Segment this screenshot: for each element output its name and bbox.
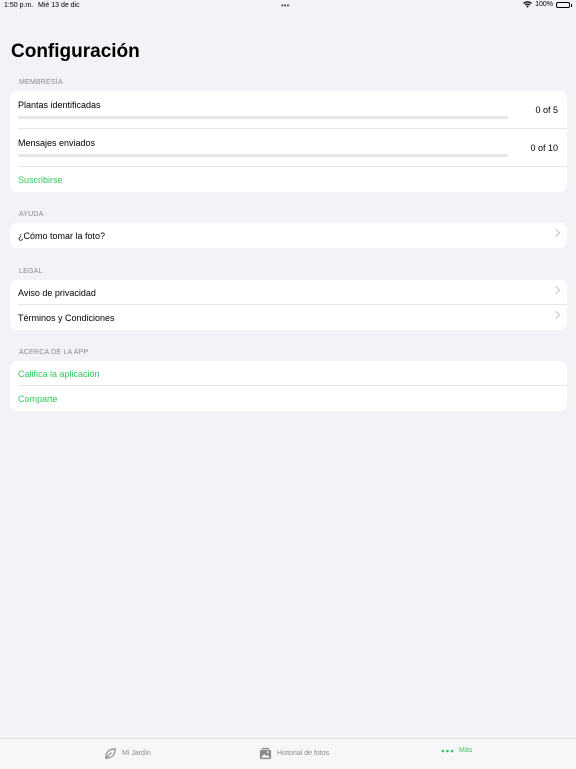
chevron-right-icon [551, 310, 561, 320]
how-to-photo-row[interactable]: ¿Cómo tomar la foto? [18, 223, 567, 248]
multitasking-dots-icon[interactable]: ••• [281, 1, 289, 10]
terms-label: Términos y Condiciones [18, 313, 115, 323]
tab-more-label: Más [459, 747, 473, 754]
more-dots-icon [441, 749, 454, 752]
plants-progress-bar [18, 116, 508, 119]
about-card: Califica la aplicación Comparte [10, 361, 567, 411]
plants-identified-count: 0 of 5 [535, 105, 558, 115]
status-right: 100% [523, 1, 572, 8]
legal-card: Aviso de privacidad Términos y Condicion… [10, 280, 567, 330]
rate-app-label: Califica la aplicación [18, 369, 100, 379]
help-card: ¿Cómo tomar la foto? [10, 223, 567, 248]
status-time: 1:50 p.m. [4, 2, 34, 9]
tab-my-garden-label: Mi Jardín [122, 750, 151, 757]
section-header-about: ACERCA DE LA APP [19, 349, 89, 356]
status-date: Mié 13 de dic [38, 2, 80, 9]
plants-identified-label: Plantas identificadas [18, 100, 101, 110]
subscribe-button[interactable]: Suscribirse [18, 167, 567, 192]
battery-icon [556, 1, 572, 8]
privacy-notice-row[interactable]: Aviso de privacidad [18, 280, 567, 305]
battery-percent: 100% [535, 1, 553, 8]
share-label: Comparte [18, 394, 58, 404]
tab-photo-history[interactable]: Historial de fotos [259, 747, 329, 760]
tab-my-garden[interactable]: Mi Jardín [104, 747, 151, 760]
chevron-right-icon [551, 228, 561, 238]
share-button[interactable]: Comparte [18, 386, 567, 411]
section-header-legal: LEGAL [19, 268, 43, 275]
leaf-icon [105, 748, 116, 759]
tab-bar: Mi Jardín Historial de fotos Más [0, 738, 576, 769]
messages-sent-count: 0 of 10 [530, 143, 558, 153]
messages-sent-row: Mensajes enviados 0 of 10 [18, 129, 567, 167]
plants-identified-row: Plantas identificadas 0 of 5 [18, 91, 567, 129]
privacy-notice-label: Aviso de privacidad [18, 288, 96, 298]
status-bar: 1:50 p.m. Mié 13 de dic ••• 100% [0, 0, 576, 12]
rate-app-button[interactable]: Califica la aplicación [18, 361, 567, 386]
subscribe-label: Suscribirse [18, 175, 63, 185]
section-header-membership: MEMBRESÍA [19, 79, 63, 86]
wifi-icon [523, 1, 532, 8]
photo-gallery-icon [259, 747, 272, 760]
tab-photo-history-label: Historial de fotos [277, 750, 330, 757]
section-header-help: AYUDA [19, 211, 44, 218]
messages-sent-label: Mensajes enviados [18, 138, 96, 148]
membership-card: Plantas identificadas 0 of 5 Mensajes en… [10, 91, 567, 192]
page-title: Configuración [11, 41, 140, 62]
messages-progress-bar [18, 154, 508, 157]
tab-more[interactable]: Más [441, 747, 472, 754]
chevron-right-icon [551, 285, 561, 295]
how-to-photo-label: ¿Cómo tomar la foto? [18, 231, 106, 241]
terms-row[interactable]: Términos y Condiciones [18, 305, 567, 330]
